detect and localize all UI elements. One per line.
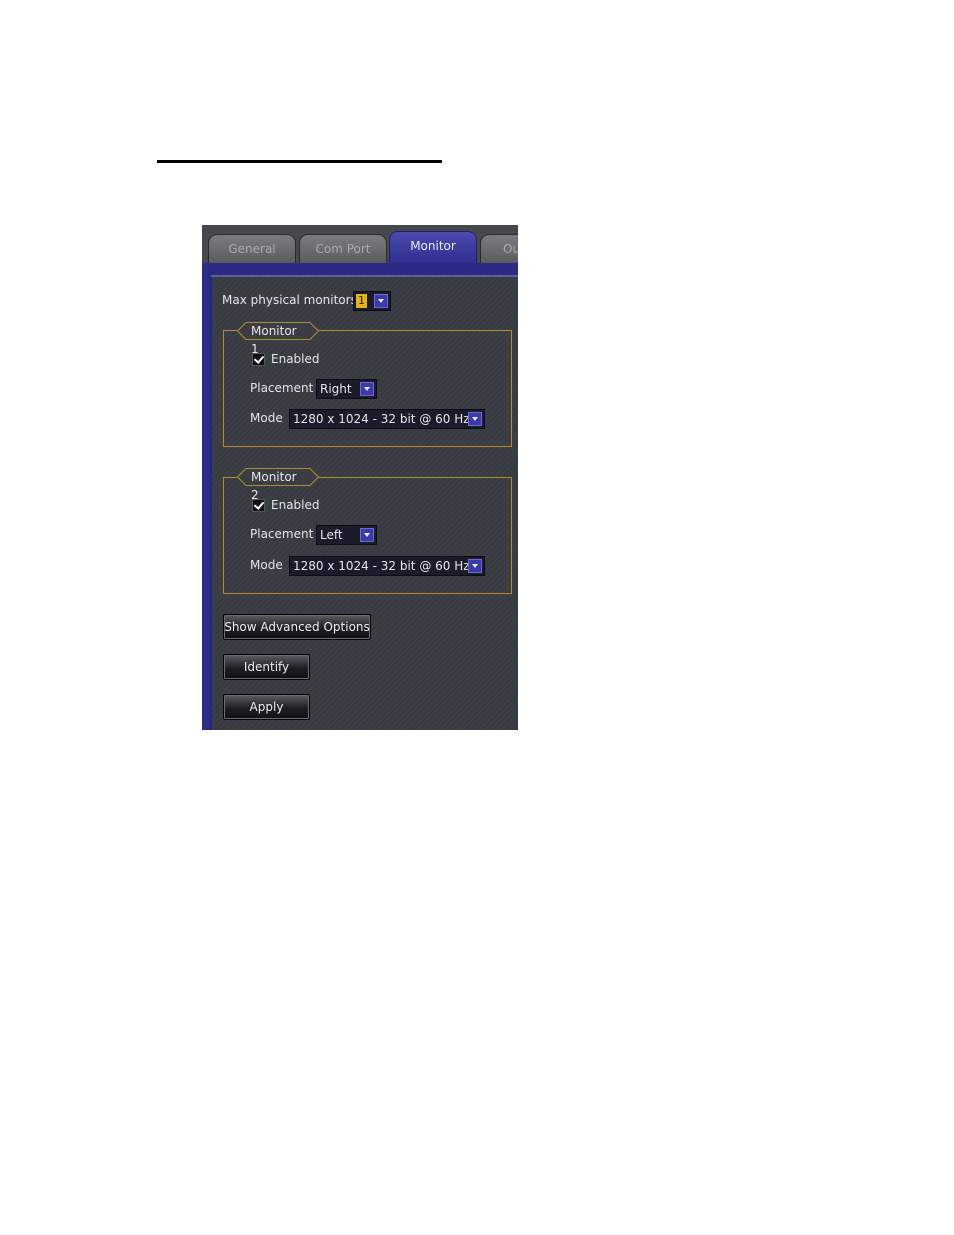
tab-monitor[interactable]: Monitor [389, 231, 477, 265]
max-monitors-label: Max physical monitors [222, 293, 357, 307]
max-monitors-value: 1 [356, 294, 367, 308]
tab-output[interactable]: Ou [480, 234, 518, 264]
monitor-2-placement-dropdown[interactable]: Left [316, 525, 377, 545]
monitor-1-mode-value: 1280 x 1024 - 32 bit @ 60 Hz [293, 412, 470, 426]
monitor-1-enabled-checkbox[interactable] [252, 353, 265, 366]
chevron-down-icon[interactable] [360, 382, 374, 396]
show-advanced-options-button[interactable]: Show Advanced Options [223, 614, 371, 640]
monitor-2-mode-dropdown[interactable]: 1280 x 1024 - 32 bit @ 60 Hz [289, 556, 485, 576]
monitor-1-enabled-label: Enabled [271, 352, 320, 366]
monitor-2-placement-value: Left [320, 528, 343, 542]
monitor-2-enabled-checkbox[interactable] [252, 499, 265, 512]
monitor-2-mode-value: 1280 x 1024 - 32 bit @ 60 Hz [293, 559, 470, 573]
chevron-down-icon[interactable] [360, 528, 374, 542]
max-monitors-dropdown[interactable]: 1 [353, 291, 391, 311]
monitor-settings-panel: General Com Port Monitor Ou Max physical… [202, 225, 518, 730]
monitor-2-placement-label: Placement [250, 527, 314, 541]
identify-button[interactable]: Identify [223, 654, 310, 680]
monitor-1-mode-dropdown[interactable]: 1280 x 1024 - 32 bit @ 60 Hz [289, 409, 485, 429]
chevron-down-icon[interactable] [468, 412, 482, 426]
chevron-down-icon[interactable] [468, 559, 482, 573]
monitor-1-placement-dropdown[interactable]: Right [316, 379, 377, 399]
monitor-2-title: Monitor 2 [237, 468, 319, 502]
monitor-2-mode-label: Mode [250, 558, 283, 572]
horizontal-rule [157, 160, 442, 163]
tab-bar: General Com Port Monitor Ou [202, 225, 518, 265]
tab-com-port[interactable]: Com Port [299, 234, 387, 264]
tab-general[interactable]: General [208, 234, 296, 264]
monitor-2-enabled-label: Enabled [271, 498, 320, 512]
chevron-down-icon[interactable] [374, 294, 388, 308]
apply-button[interactable]: Apply [223, 694, 310, 720]
monitor-1-title: Monitor 1 [237, 322, 319, 356]
panel-left-edge [202, 263, 210, 730]
monitor-1-placement-value: Right [320, 382, 352, 396]
monitor-1-mode-label: Mode [250, 411, 283, 425]
monitor-1-placement-label: Placement [250, 381, 314, 395]
